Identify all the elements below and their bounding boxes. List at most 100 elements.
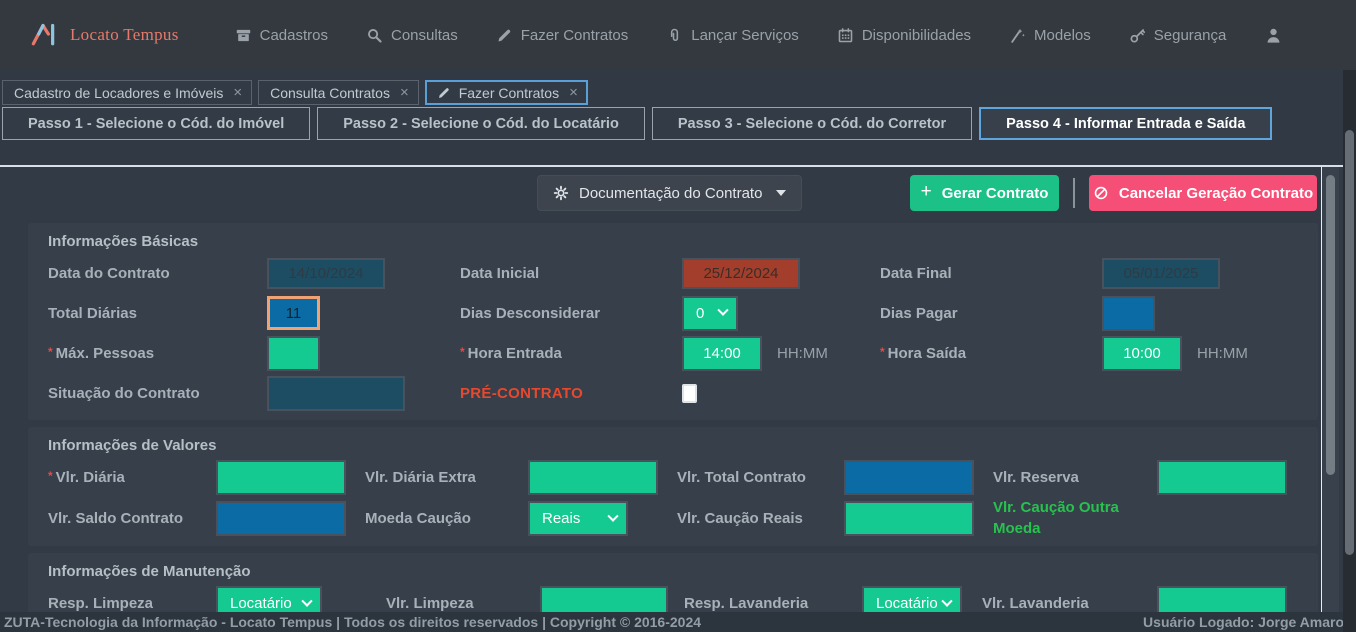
step-tab-3[interactable]: Passo 3 - Selecione o Cód. do Corretor [652, 107, 972, 140]
gerar-contrato-button[interactable]: + Gerar Contrato [910, 175, 1059, 211]
hora-entrada-label: *Hora Entrada [460, 345, 682, 362]
step-tab-1[interactable]: Passo 1 - Selecione o Cód. do Imóvel [2, 107, 310, 140]
close-icon[interactable]: × [400, 84, 409, 101]
vlr-lavanderia-label: Vlr. Lavanderia [982, 595, 1157, 612]
required-mark: * [880, 345, 885, 359]
moeda-caucao-select[interactable]: Reais [528, 501, 628, 536]
vlr-diaria-field[interactable] [216, 460, 346, 495]
tab-consulta-contratos[interactable]: Consulta Contratos × [258, 80, 419, 105]
vlr-caucao-reais-field[interactable] [844, 501, 974, 536]
vlr-saldo-contrato-field[interactable] [216, 501, 346, 536]
document-tabbar: Cadastro de Locadores e Imóveis × Consul… [2, 80, 588, 105]
max-pessoas-label: *Máx. Pessoas [48, 345, 267, 362]
search-icon [366, 27, 383, 44]
tab-label: Cadastro de Locadores e Imóveis [14, 85, 223, 101]
nav-item-lancar-servicos[interactable]: Lançar Serviços [666, 27, 799, 44]
nav-item-label: Segurança [1154, 27, 1227, 44]
total-diarias-field[interactable]: 11 [267, 296, 320, 330]
top-navbar: Locato Tempus Cadastros Consultas [0, 0, 1356, 70]
situacao-contrato-field[interactable] [267, 376, 405, 411]
step-label: Passo 1 - Selecione o Cód. do Imóvel [28, 116, 284, 132]
nav-item-disponibilidades[interactable]: Disponibilidades [837, 27, 971, 44]
section-informacoes-manutencao: Informações de Manutenção Resp. Limpeza … [28, 553, 1318, 612]
section-title: Informações de Valores [48, 437, 1318, 454]
nav-item-consultas[interactable]: Consultas [366, 27, 458, 44]
content-scrollbar-thumb[interactable] [1326, 175, 1335, 475]
max-pessoas-field[interactable] [267, 336, 320, 371]
chevron-down-icon [941, 595, 952, 606]
vlr-limpeza-field[interactable] [540, 586, 668, 612]
page-scrollbar-thumb[interactable] [1345, 130, 1354, 555]
dias-pagar-field[interactable] [1102, 296, 1155, 331]
data-final-field[interactable]: 05/01/2025 [1102, 258, 1220, 289]
hora-entrada-hint: HH:MM [777, 345, 828, 362]
vlr-diaria-extra-label: Vlr. Diária Extra [365, 469, 528, 486]
brand-name: Locato Tempus [70, 25, 179, 45]
data-inicial-field[interactable]: 25/12/2024 [682, 258, 800, 289]
dias-desconsiderar-value: 0 [696, 305, 704, 322]
gerar-label: Gerar Contrato [942, 185, 1049, 202]
nav-item-label: Lançar Serviços [691, 27, 799, 44]
resp-lavanderia-select[interactable]: Locatário [862, 586, 962, 612]
vlr-caucao-reais-label: Vlr. Caução Reais [677, 510, 844, 527]
cancelar-geracao-button[interactable]: Cancelar Geração Contrato [1089, 175, 1317, 211]
close-icon[interactable]: × [233, 84, 242, 101]
vlr-total-contrato-field[interactable] [844, 460, 974, 495]
archive-icon [235, 27, 252, 44]
paperclip-icon [666, 27, 683, 44]
nav-item-seguranca[interactable]: Segurança [1129, 27, 1227, 44]
page-scrollbar-track[interactable] [1343, 70, 1356, 632]
total-diarias-label: Total Diárias [48, 305, 267, 322]
vlr-diaria-extra-field[interactable] [528, 460, 658, 495]
section-informacoes-valores: Informações de Valores *Vlr. Diária Vlr.… [28, 427, 1318, 546]
resp-limpeza-value: Locatário [230, 595, 292, 612]
section-title: Informações Básicas [48, 233, 1318, 250]
section-informacoes-basicas: Informações Básicas Data do Contrato 14/… [28, 223, 1318, 420]
resp-limpeza-label: Resp. Limpeza [48, 595, 216, 612]
user-icon [1264, 26, 1283, 45]
step-tab-4[interactable]: Passo 4 - Informar Entrada e Saída [979, 107, 1272, 140]
key-icon [1129, 27, 1146, 44]
documentacao-label: Documentação do Contrato [579, 185, 762, 202]
cancelar-label: Cancelar Geração Contrato [1119, 185, 1313, 202]
chevron-down-icon [717, 305, 728, 316]
step-tab-2[interactable]: Passo 2 - Selecione o Cód. do Locatário [317, 107, 645, 140]
step-label: Passo 3 - Selecione o Cód. do Corretor [678, 116, 946, 132]
pre-contrato-checkbox[interactable] [682, 384, 697, 403]
content-scrollbar-track[interactable] [1322, 167, 1339, 612]
moeda-caucao-label: Moeda Caução [365, 510, 528, 527]
documentacao-contrato-button[interactable]: Documentação do Contrato [537, 175, 802, 211]
nav-item-cadastros[interactable]: Cadastros [235, 27, 328, 44]
button-divider [1073, 178, 1075, 208]
nav-item-fazer-contratos[interactable]: Fazer Contratos [496, 27, 629, 44]
tab-cadastro-locadores[interactable]: Cadastro de Locadores e Imóveis × [2, 80, 252, 105]
tab-label: Fazer Contratos [459, 85, 559, 101]
nav-item-label: Disponibilidades [862, 27, 971, 44]
moeda-caucao-value: Reais [542, 510, 580, 527]
status-bar: ZUTA-Tecnologia da Informação - Locato T… [0, 612, 1356, 632]
vlr-limpeza-label: Vlr. Limpeza [386, 595, 540, 612]
vlr-caucao-outra-moeda-label: Vlr. Caução Outra Moeda [993, 498, 1153, 539]
vlr-reserva-label: Vlr. Reserva [993, 469, 1157, 486]
required-mark: * [48, 345, 53, 359]
tab-fazer-contratos[interactable]: Fazer Contratos × [425, 80, 588, 105]
hora-entrada-field[interactable]: 14:00 [682, 336, 762, 371]
data-contrato-field[interactable]: 14/10/2024 [267, 258, 385, 289]
vlr-reserva-field[interactable] [1157, 460, 1287, 495]
situacao-contrato-label: Situação do Contrato [48, 385, 267, 402]
pre-contrato-status: PRÉ-CONTRATO [460, 385, 682, 402]
chevron-down-icon [607, 510, 618, 521]
close-icon[interactable]: × [569, 84, 578, 101]
nav-item-modelos[interactable]: Modelos [1009, 27, 1091, 44]
vlr-saldo-contrato-label: Vlr. Saldo Contrato [48, 510, 216, 527]
resp-lavanderia-value: Locatário [876, 595, 938, 612]
dias-desconsiderar-select[interactable]: 0 [682, 296, 738, 331]
data-inicial-label: Data Inicial [460, 265, 682, 282]
resp-limpeza-select[interactable]: Locatário [216, 586, 322, 612]
nav-item-user[interactable] [1264, 26, 1283, 45]
gear-icon [553, 185, 569, 201]
step-label: Passo 2 - Selecione o Cód. do Locatário [343, 116, 619, 132]
brand[interactable]: Locato Tempus [28, 18, 179, 53]
vlr-lavanderia-field[interactable] [1157, 586, 1287, 612]
hora-saida-field[interactable]: 10:00 [1102, 336, 1182, 371]
